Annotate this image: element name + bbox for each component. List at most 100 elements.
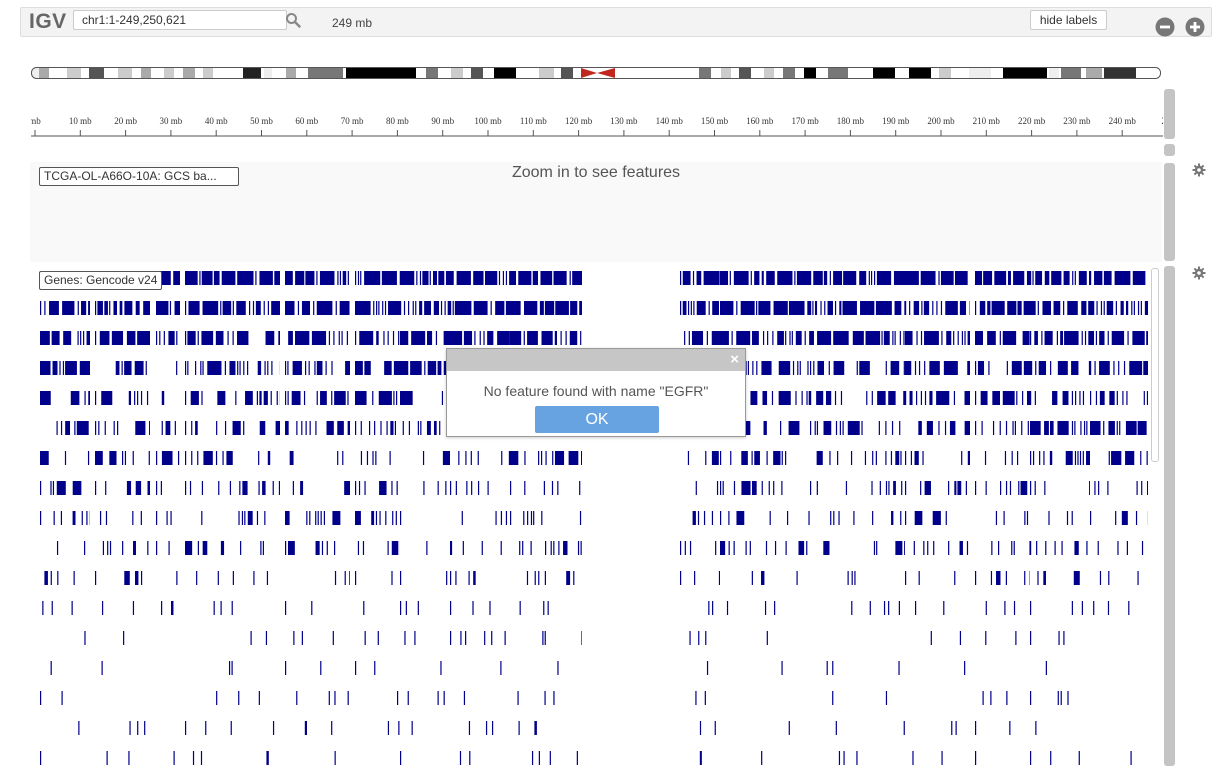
ideogram-band <box>141 67 151 79</box>
gene-feature <box>524 301 538 315</box>
gene-feature <box>161 391 165 405</box>
gene-feature <box>400 601 402 615</box>
gene-feature <box>1140 451 1142 465</box>
gene-feature <box>526 571 529 585</box>
ideogram-band <box>699 67 711 79</box>
ruler-scrollbar[interactable] <box>1164 89 1175 139</box>
ideogram-band <box>873 67 895 79</box>
bam-track-scrollbar[interactable] <box>1164 163 1175 261</box>
gene-feature <box>872 511 874 525</box>
bam-track-gear-icon[interactable] <box>1192 163 1206 177</box>
gene-feature <box>1026 511 1029 525</box>
gene-feature <box>163 331 165 345</box>
gene-feature <box>816 481 818 495</box>
gene-feature <box>498 271 501 285</box>
gene-feature <box>1108 421 1115 435</box>
gene-feature <box>80 331 82 345</box>
gene-feature <box>1074 451 1077 465</box>
gene-feature <box>1067 691 1069 705</box>
gene-feature <box>980 391 988 405</box>
gene-feature <box>943 601 945 615</box>
gene-feature <box>104 421 106 435</box>
gene-feature <box>1044 481 1046 495</box>
gene-feature <box>756 361 758 375</box>
gene-feature <box>338 331 340 345</box>
gene-feature <box>393 361 400 375</box>
gene-feature <box>40 451 49 465</box>
gene-feature <box>72 511 76 525</box>
gene-feature <box>786 511 789 525</box>
gene-feature <box>1094 271 1103 285</box>
genes-track[interactable] <box>30 266 1162 766</box>
gene-feature <box>455 481 457 495</box>
gene-feature <box>829 271 831 285</box>
ok-button[interactable]: OK <box>535 406 659 433</box>
gene-feature <box>334 391 346 405</box>
gene-feature <box>355 511 361 525</box>
igv-logo: IGV <box>29 10 67 33</box>
gene-feature <box>60 421 63 435</box>
gene-feature <box>189 481 192 495</box>
gene-feature <box>901 481 903 495</box>
gene-feature <box>197 331 199 345</box>
zoom-in-icon[interactable] <box>1185 17 1205 37</box>
gene-feature <box>1122 391 1124 405</box>
zoom-out-icon[interactable] <box>1155 17 1175 37</box>
gene-feature <box>810 331 814 345</box>
gene-feature <box>835 721 837 735</box>
gene-feature <box>856 751 858 765</box>
gene-feature <box>1037 301 1039 315</box>
gene-feature <box>485 271 498 285</box>
gene-feature <box>316 301 333 315</box>
gene-feature <box>699 721 702 735</box>
gene-feature <box>437 691 439 705</box>
genes-inner-scrollbar[interactable] <box>1151 268 1159 462</box>
gene-feature <box>129 721 131 735</box>
locus-search-input[interactable] <box>73 10 287 30</box>
gene-feature <box>440 301 443 315</box>
gene-feature <box>51 331 60 345</box>
gene-feature <box>385 511 387 525</box>
gene-feature <box>885 691 888 705</box>
ruler-tick-label: 110 mb <box>520 116 547 126</box>
gene-feature <box>64 451 67 465</box>
gene-feature <box>484 631 486 645</box>
gene-feature <box>156 331 158 345</box>
hide-labels-button[interactable]: hide labels <box>1030 10 1107 30</box>
gene-feature <box>1090 271 1092 285</box>
gene-feature <box>427 331 433 345</box>
gene-feature <box>1005 571 1007 585</box>
gene-features[interactable] <box>30 266 1162 766</box>
close-icon[interactable]: × <box>730 351 739 368</box>
gene-feature <box>777 271 793 285</box>
gene-feature <box>1030 481 1032 495</box>
gene-feature <box>174 421 176 435</box>
genes-track-scrollbar[interactable] <box>1164 266 1175 766</box>
gene-feature <box>816 391 824 405</box>
ruler-tick-label: 170 mb <box>791 116 819 126</box>
gene-feature <box>1030 421 1041 435</box>
gene-feature <box>684 541 686 555</box>
ideogram-band <box>721 67 731 79</box>
gene-feature <box>543 481 545 495</box>
gene-feature <box>220 301 222 315</box>
gene-feature <box>545 451 547 465</box>
gene-feature <box>391 481 393 495</box>
gene-feature <box>40 751 42 765</box>
small-scrollbar[interactable] <box>1164 144 1175 156</box>
gene-feature <box>229 481 232 495</box>
genes-track-gear-icon[interactable] <box>1192 266 1206 280</box>
gene-feature <box>311 601 313 615</box>
gene-feature <box>292 481 294 495</box>
gene-feature <box>376 331 379 345</box>
gene-feature <box>145 361 147 375</box>
gene-feature <box>581 631 582 645</box>
gene-feature <box>570 301 578 315</box>
chromosome-ideogram[interactable] <box>31 64 1163 82</box>
search-icon[interactable] <box>285 12 301 28</box>
gene-feature <box>368 421 371 435</box>
gene-feature <box>823 271 828 285</box>
gene-feature <box>1016 451 1019 465</box>
gene-feature <box>569 271 571 285</box>
gene-feature <box>1038 361 1047 375</box>
